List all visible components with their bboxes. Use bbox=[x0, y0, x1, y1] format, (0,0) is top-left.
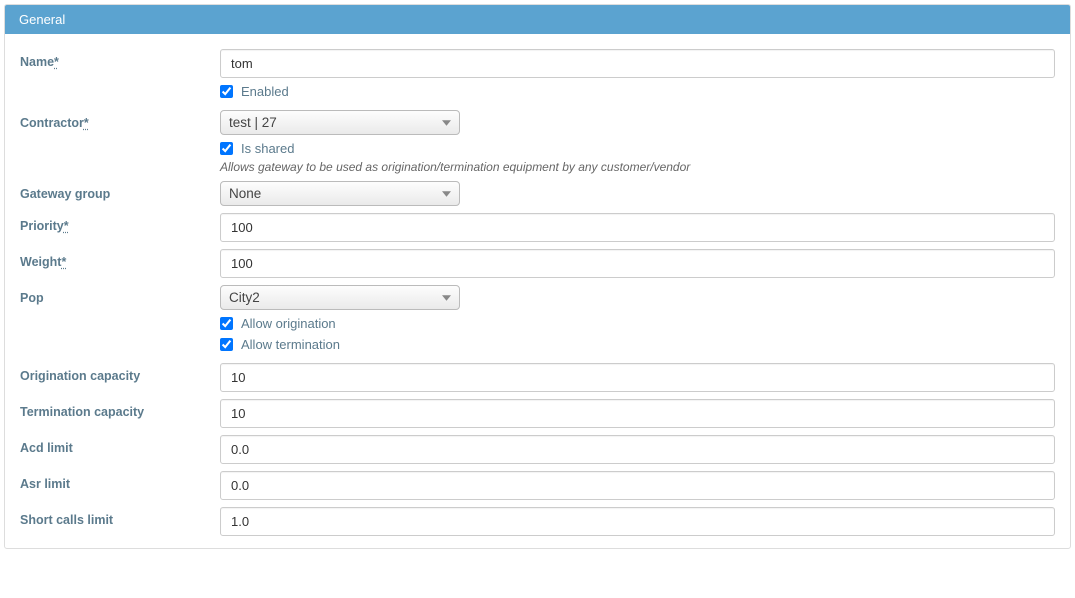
field-priority bbox=[220, 213, 1055, 242]
acd-limit-input[interactable] bbox=[220, 435, 1055, 464]
enabled-row: Enabled bbox=[220, 84, 1055, 99]
field-termination-capacity bbox=[220, 399, 1055, 428]
pop-select-value: City2 bbox=[229, 290, 430, 305]
label-short-calls-limit: Short calls limit bbox=[20, 507, 220, 527]
required-marker: * bbox=[61, 255, 66, 269]
gateway-group-select[interactable]: None bbox=[220, 181, 460, 206]
row-acd-limit: Acd limit bbox=[20, 435, 1055, 464]
panel-header: General bbox=[5, 5, 1070, 34]
row-short-calls-limit: Short calls limit bbox=[20, 507, 1055, 536]
row-priority: Priority* bbox=[20, 213, 1055, 242]
label-weight-text: Weight bbox=[20, 255, 61, 269]
label-pop: Pop bbox=[20, 285, 220, 305]
priority-input[interactable] bbox=[220, 213, 1055, 242]
row-asr-limit: Asr limit bbox=[20, 471, 1055, 500]
asr-limit-input[interactable] bbox=[220, 471, 1055, 500]
label-acd-limit: Acd limit bbox=[20, 435, 220, 455]
label-gateway-group: Gateway group bbox=[20, 181, 220, 201]
row-origination-capacity: Origination capacity bbox=[20, 363, 1055, 392]
is-shared-label: Is shared bbox=[241, 141, 294, 156]
row-termination-capacity: Termination capacity bbox=[20, 399, 1055, 428]
allow-termination-row: Allow termination bbox=[220, 337, 1055, 352]
termination-capacity-input[interactable] bbox=[220, 399, 1055, 428]
panel-title: General bbox=[19, 12, 65, 27]
enabled-checkbox[interactable] bbox=[220, 85, 233, 98]
is-shared-checkbox[interactable] bbox=[220, 142, 233, 155]
row-weight: Weight* bbox=[20, 249, 1055, 278]
label-priority-text: Priority bbox=[20, 219, 64, 233]
field-weight bbox=[220, 249, 1055, 278]
allow-termination-checkbox[interactable] bbox=[220, 338, 233, 351]
label-priority: Priority* bbox=[20, 213, 220, 233]
field-asr-limit bbox=[220, 471, 1055, 500]
chevron-down-icon bbox=[436, 295, 451, 301]
field-name: Enabled bbox=[220, 49, 1055, 103]
panel-body: Name* Enabled Contractor* test | 27 bbox=[5, 34, 1070, 548]
chevron-down-icon bbox=[436, 191, 451, 197]
contractor-select-value: test | 27 bbox=[229, 115, 430, 130]
label-contractor: Contractor* bbox=[20, 110, 220, 130]
field-short-calls-limit bbox=[220, 507, 1055, 536]
required-marker: * bbox=[54, 55, 59, 69]
field-acd-limit bbox=[220, 435, 1055, 464]
row-contractor: Contractor* test | 27 Is shared Allows g… bbox=[20, 110, 1055, 174]
field-pop: City2 Allow origination Allow terminatio… bbox=[220, 285, 1055, 356]
weight-input[interactable] bbox=[220, 249, 1055, 278]
label-termination-capacity: Termination capacity bbox=[20, 399, 220, 419]
row-name: Name* Enabled bbox=[20, 49, 1055, 103]
gateway-group-select-value: None bbox=[229, 186, 430, 201]
label-contractor-text: Contractor bbox=[20, 116, 84, 130]
field-gateway-group: None bbox=[220, 181, 1055, 206]
label-asr-limit: Asr limit bbox=[20, 471, 220, 491]
label-name: Name* bbox=[20, 49, 220, 69]
origination-capacity-input[interactable] bbox=[220, 363, 1055, 392]
name-input[interactable] bbox=[220, 49, 1055, 78]
label-origination-capacity: Origination capacity bbox=[20, 363, 220, 383]
general-panel: General Name* Enabled Contractor* t bbox=[4, 4, 1071, 549]
allow-origination-row: Allow origination bbox=[220, 316, 1055, 331]
required-marker: * bbox=[84, 116, 89, 130]
pop-select[interactable]: City2 bbox=[220, 285, 460, 310]
field-origination-capacity bbox=[220, 363, 1055, 392]
contractor-select[interactable]: test | 27 bbox=[220, 110, 460, 135]
allow-origination-label: Allow origination bbox=[241, 316, 336, 331]
required-marker: * bbox=[64, 219, 69, 233]
chevron-down-icon bbox=[436, 120, 451, 126]
allow-termination-label: Allow termination bbox=[241, 337, 340, 352]
enabled-label: Enabled bbox=[241, 84, 289, 99]
is-shared-row: Is shared bbox=[220, 141, 1055, 156]
field-contractor: test | 27 Is shared Allows gateway to be… bbox=[220, 110, 1055, 174]
label-weight: Weight* bbox=[20, 249, 220, 269]
row-pop: Pop City2 Allow origination Allow termin… bbox=[20, 285, 1055, 356]
row-gateway-group: Gateway group None bbox=[20, 181, 1055, 206]
label-name-text: Name bbox=[20, 55, 54, 69]
allow-origination-checkbox[interactable] bbox=[220, 317, 233, 330]
is-shared-hint: Allows gateway to be used as origination… bbox=[220, 160, 1055, 174]
short-calls-limit-input[interactable] bbox=[220, 507, 1055, 536]
